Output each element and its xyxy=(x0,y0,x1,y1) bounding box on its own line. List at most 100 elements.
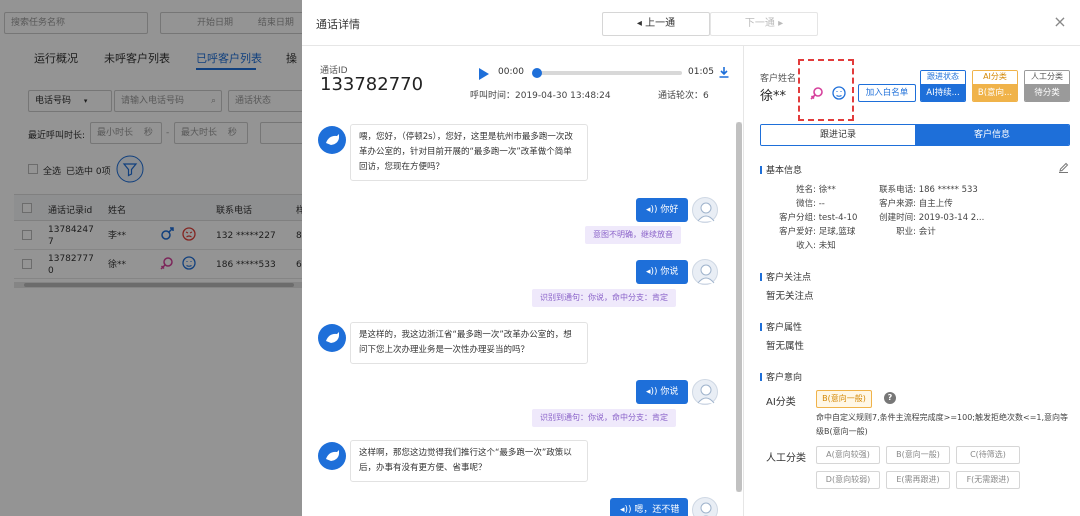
info-wechat: 微信: -- xyxy=(766,197,825,209)
bot-avatar xyxy=(318,442,346,470)
audio-progress-bar[interactable] xyxy=(532,68,682,78)
info-created: 创建时间: 2019-03-14 2... xyxy=(870,211,984,223)
intent-tag: 意图不明确，继续放音 xyxy=(585,226,681,244)
customer-message-text: 你好 xyxy=(660,205,679,215)
person-icon xyxy=(697,384,715,404)
customer-message-text: 你说 xyxy=(660,267,679,277)
info-group: 客户分组: test-4-10 xyxy=(766,211,857,223)
manual-class-label: 人工分类 xyxy=(766,453,806,464)
customer-name-label: 客户姓名 xyxy=(760,74,797,84)
info-key: 创建时间: xyxy=(879,213,916,223)
info-income: 收入: 未知 xyxy=(766,239,836,251)
intent-tag: 识别到通句：你说，命中分支：肯定 xyxy=(532,409,676,427)
audio-wave-icon[interactable]: ◂)) xyxy=(646,205,658,215)
info-source: 客户来源: 自主上传 xyxy=(870,197,953,209)
add-whitelist-button[interactable]: 加入白名单 xyxy=(858,84,916,102)
tab-customer-info[interactable]: 客户信息 xyxy=(915,125,1069,145)
intent-tag: 识别到通句：你说，命中分支：肯定 xyxy=(532,289,676,307)
ai-class-title: AI分类 xyxy=(973,71,1017,84)
audio-wave-icon[interactable]: ◂)) xyxy=(620,505,632,515)
basic-info-title: 基本信息 xyxy=(760,163,802,176)
manual-option-a[interactable]: A(意向较强) xyxy=(816,446,880,464)
call-rounds: 通话轮次：6 xyxy=(658,91,709,101)
customer-avatar xyxy=(692,197,718,223)
info-name: 姓名: 徐** xyxy=(766,183,836,195)
neutral-face-icon xyxy=(832,86,846,100)
follow-status-value: AI持续... xyxy=(921,84,965,101)
attribute-text: 暂无属性 xyxy=(766,341,805,352)
audio-wave-icon[interactable]: ◂)) xyxy=(646,387,658,397)
ai-rule-text: 命中自定义规则7,条件主流程完成度>=100;触发拒绝次数<=1,意向等级B(意… xyxy=(816,413,1069,436)
manual-class-card: 人工分类 待分类 xyxy=(1024,70,1070,102)
info-value: 2019-03-14 2... xyxy=(918,213,985,223)
chat-scrollbar-thumb[interactable] xyxy=(736,122,742,492)
download-icon[interactable] xyxy=(718,66,730,78)
person-icon xyxy=(697,202,715,222)
next-call-button[interactable]: 下一通 ▸ xyxy=(710,12,818,36)
dialog-header: 通话详情 ◂ 上一通 下一通 ▸ × xyxy=(302,0,1080,46)
ai-class-card: AI分类 B(意向... xyxy=(972,70,1018,102)
info-key: 微信: xyxy=(796,199,816,209)
ai-class-value: B(意向... xyxy=(973,84,1017,101)
call-id: 133782770 xyxy=(320,74,424,95)
customer-avatar xyxy=(692,497,718,516)
customer-panel: 客户姓名 徐** 加入白名单 跟进状态 AI持续... AI分类 B(意向...… xyxy=(744,46,1080,516)
prev-call-button[interactable]: ◂ 上一通 xyxy=(602,12,710,36)
customer-message-text: 你说 xyxy=(660,387,679,397)
info-value: 未知 xyxy=(818,241,836,251)
info-job: 职业: 会计 xyxy=(870,225,936,237)
follow-status-title: 跟进状态 xyxy=(921,71,965,84)
info-key: 客户来源: xyxy=(879,199,916,209)
customer-avatar xyxy=(692,379,718,405)
manual-class-value: 待分类 xyxy=(1025,84,1069,101)
bird-icon xyxy=(326,134,339,145)
customer-message: ◂)) 你好 xyxy=(636,198,688,222)
info-value: 会计 xyxy=(918,227,936,237)
chat-scrollbar[interactable] xyxy=(736,122,742,492)
ai-class-label: AI分类 xyxy=(766,397,796,408)
bot-avatar xyxy=(318,126,346,154)
customer-message: ◂)) 你说 xyxy=(636,380,688,404)
bot-message: 喂，您好，（停顿2s），您好，这里是杭州市最多跑一次改革办公室的，针对目前开展的… xyxy=(350,124,588,181)
audio-progress-knob[interactable] xyxy=(532,68,542,78)
info-key: 收入: xyxy=(796,241,816,251)
info-phone: 联系电话: 186 ***** 533 xyxy=(870,183,978,195)
manual-option-e[interactable]: E(需再跟进) xyxy=(886,471,950,489)
bird-icon xyxy=(326,332,339,343)
customer-message: ◂)) 嗯，还不错 xyxy=(610,498,688,516)
info-value: test-4-10 xyxy=(818,213,858,223)
call-time: 呼叫时间：2019-04-30 13:48:24 xyxy=(470,91,611,101)
edit-icon[interactable] xyxy=(1058,162,1069,173)
info-key: 职业: xyxy=(896,227,916,237)
info-key: 客户爱好: xyxy=(779,227,816,237)
manual-option-c[interactable]: C(待筛选) xyxy=(956,446,1020,464)
play-icon[interactable] xyxy=(479,68,489,80)
audio-current-time: 00:00 xyxy=(498,67,524,77)
person-icon xyxy=(700,502,712,516)
tab-follow-records[interactable]: 跟进记录 xyxy=(761,125,915,145)
help-icon[interactable]: ? xyxy=(884,392,896,404)
manual-option-d[interactable]: D(意向较弱) xyxy=(816,471,880,489)
concern-text: 暂无关注点 xyxy=(766,291,814,302)
bot-message: 是这样的，我这边浙江省“最多跑一次”改革办公室的，想问下您上次办理业务是一次性办… xyxy=(350,322,588,364)
manual-option-f[interactable]: F(无需跟进) xyxy=(956,471,1020,489)
customer-message-text: 嗯，还不错 xyxy=(634,505,680,515)
info-key: 联系电话: xyxy=(879,185,916,195)
female-icon xyxy=(810,87,823,100)
close-icon[interactable]: × xyxy=(1052,12,1068,32)
info-value: 足球,篮球 xyxy=(818,227,856,237)
info-value: -- xyxy=(818,199,825,209)
chat-transcript[interactable]: 喂，您好，（停顿2s），您好，这里是杭州市最多跑一次改革办公室的，针对目前开展的… xyxy=(302,112,744,516)
info-value: 186 ***** 533 xyxy=(918,185,978,195)
info-key: 姓名: xyxy=(796,185,816,195)
dialog-title: 通话详情 xyxy=(316,18,360,31)
bot-avatar xyxy=(318,324,346,352)
manual-option-b[interactable]: B(意向一般) xyxy=(886,446,950,464)
info-value: 自主上传 xyxy=(918,199,953,209)
follow-status-card: 跟进状态 AI持续... xyxy=(920,70,966,102)
audio-wave-icon[interactable]: ◂)) xyxy=(646,267,658,277)
intent-title: 客户意向 xyxy=(760,370,802,383)
customer-tabs: 跟进记录 客户信息 xyxy=(760,124,1070,146)
ai-class-tag: B(意向一般) xyxy=(816,390,872,408)
call-panel: 通话ID 133782770 00:00 01:05 呼叫时间：2019-04-… xyxy=(302,46,744,516)
